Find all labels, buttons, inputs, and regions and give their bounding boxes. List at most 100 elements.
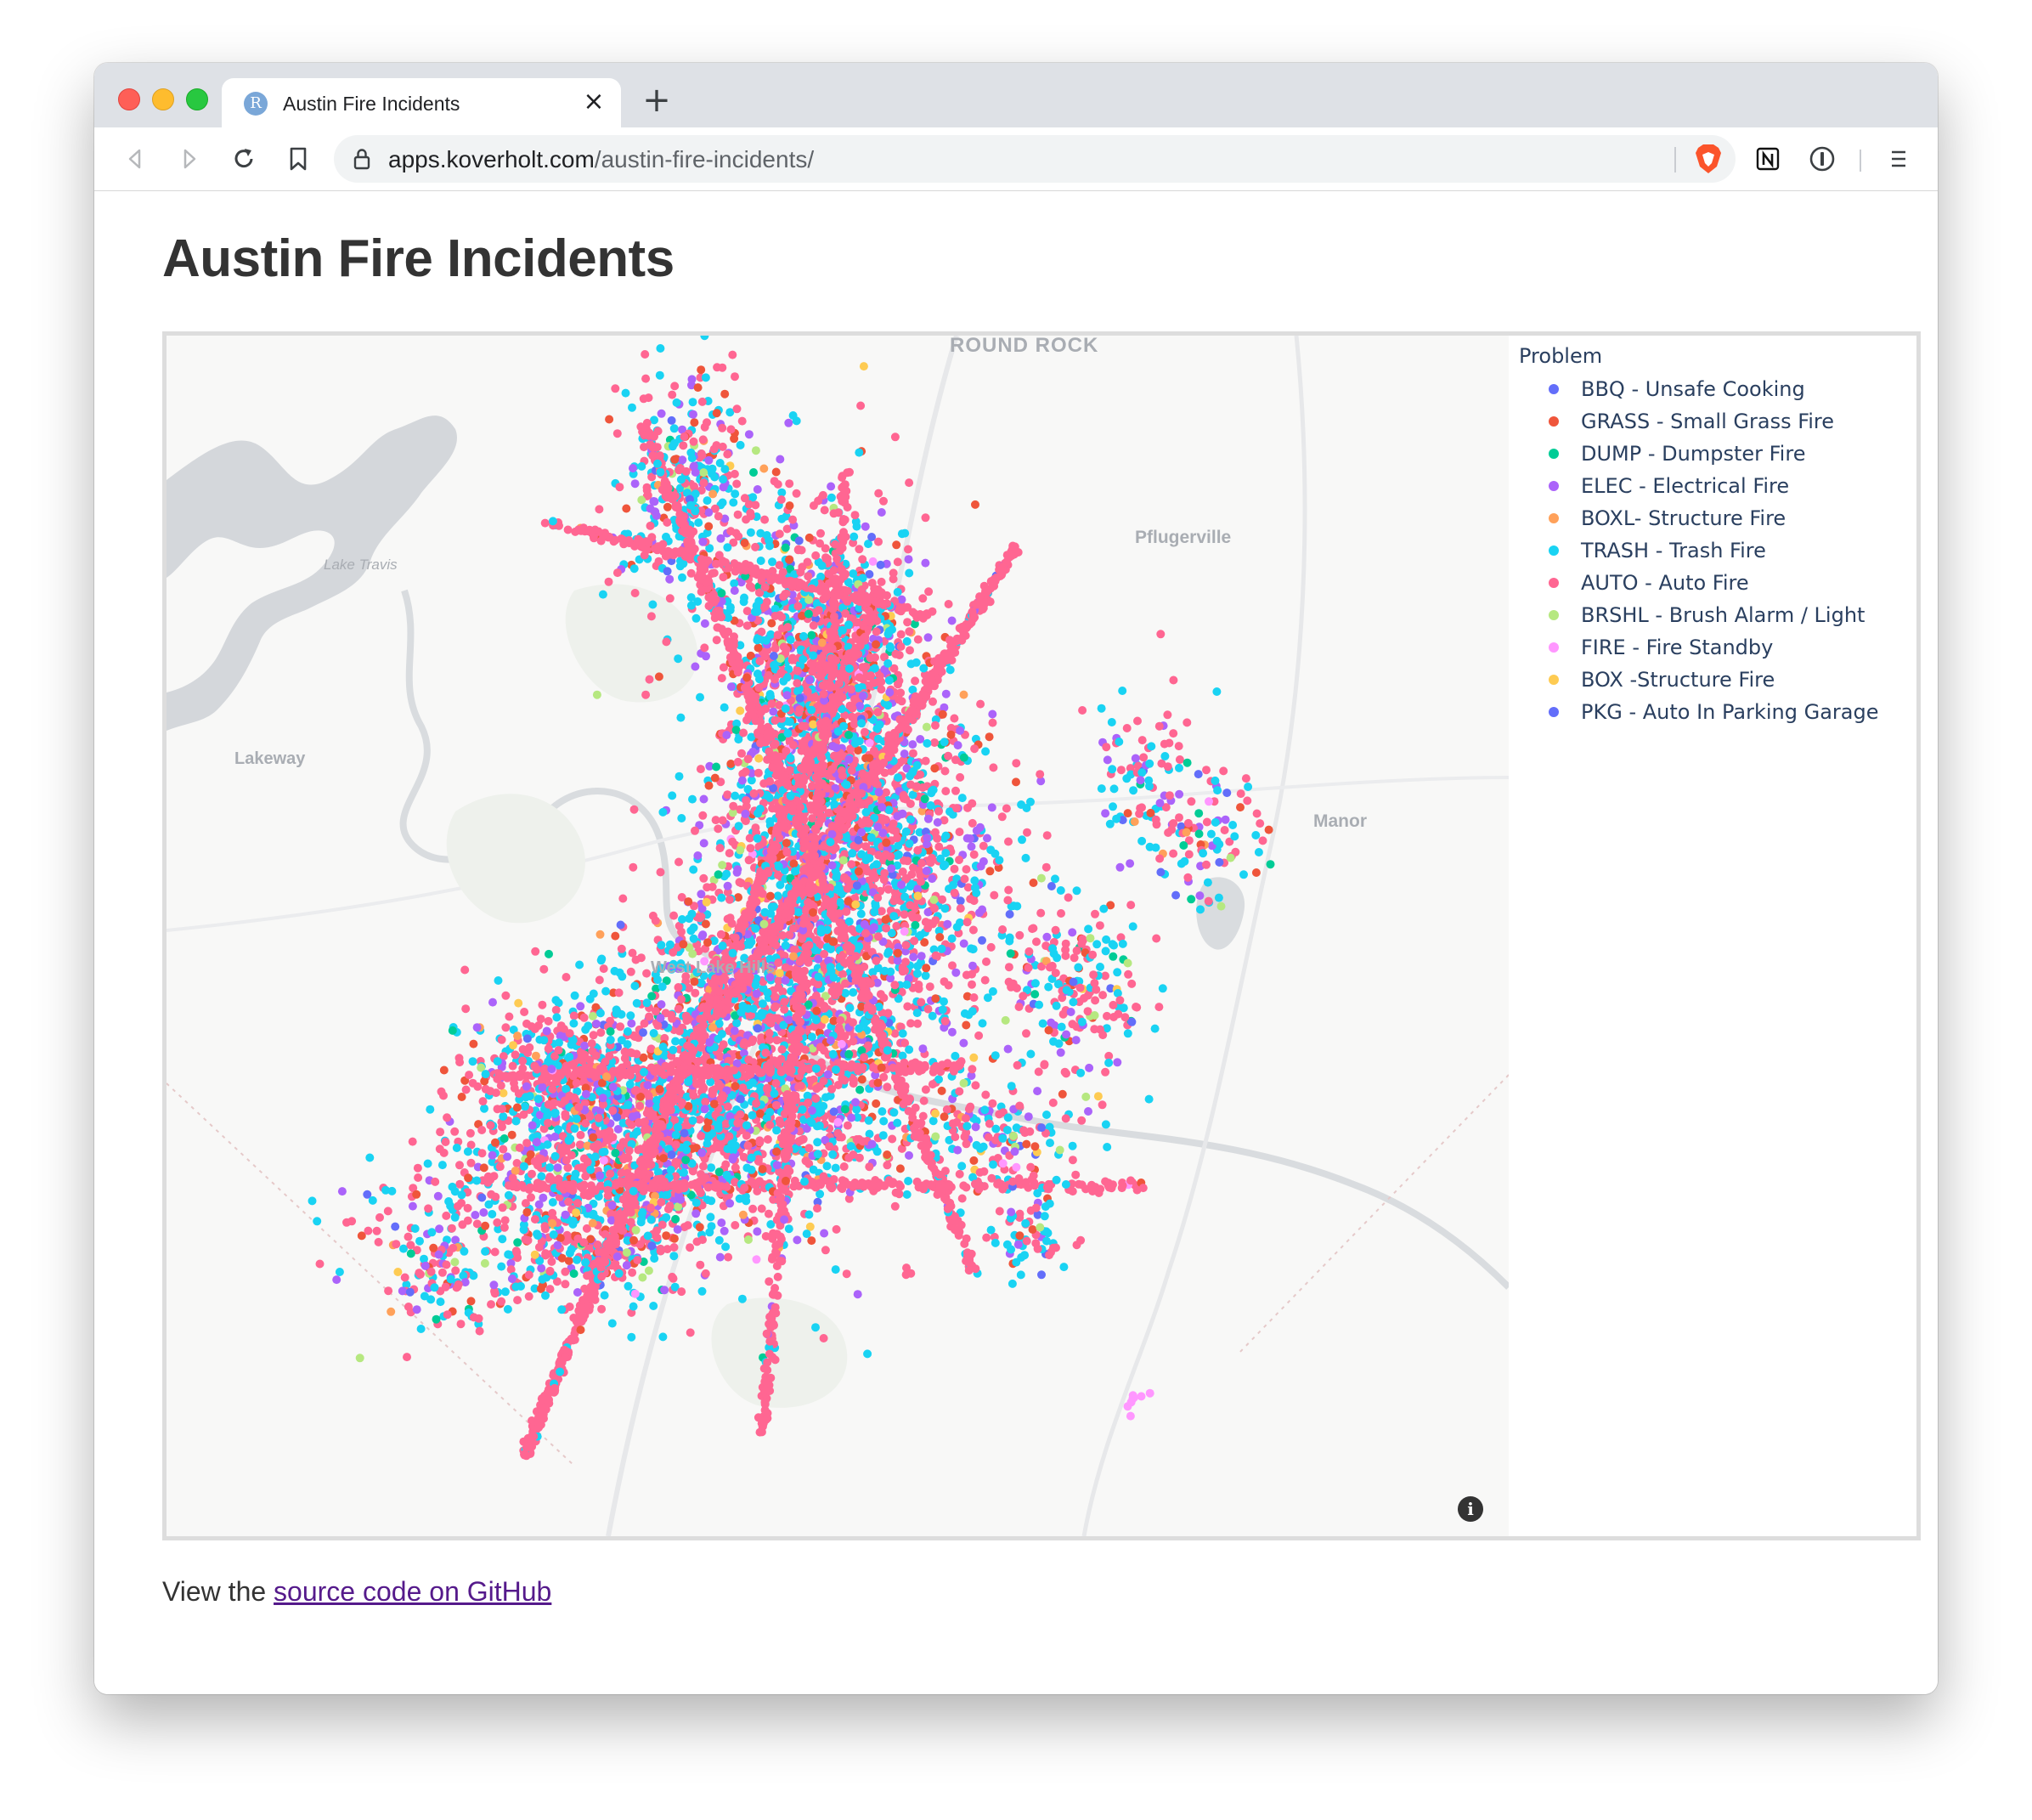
incident-point[interactable]	[896, 630, 906, 639]
incident-point[interactable]	[520, 1008, 529, 1016]
incident-point[interactable]	[532, 1138, 541, 1147]
incident-point[interactable]	[590, 1152, 600, 1162]
incident-point[interactable]	[879, 1116, 889, 1126]
incident-point[interactable]	[623, 1027, 632, 1036]
incident-point[interactable]	[665, 940, 675, 949]
incident-point[interactable]	[863, 1349, 872, 1359]
incident-point[interactable]	[580, 1050, 590, 1060]
incident-point[interactable]	[647, 992, 657, 1001]
incident-point[interactable]	[669, 947, 678, 957]
incident-point[interactable]	[809, 720, 818, 729]
incident-point[interactable]	[728, 837, 737, 846]
incident-point[interactable]	[737, 879, 746, 888]
incident-point[interactable]	[905, 627, 914, 636]
incident-point[interactable]	[833, 1117, 843, 1127]
incident-point[interactable]	[623, 1040, 632, 1049]
incident-point[interactable]	[811, 1094, 821, 1103]
incident-point[interactable]	[531, 947, 540, 956]
incident-point[interactable]	[675, 772, 684, 781]
incident-point[interactable]	[849, 1037, 858, 1046]
incident-point[interactable]	[629, 862, 638, 872]
incident-point[interactable]	[737, 1294, 747, 1303]
incident-point[interactable]	[624, 1281, 633, 1291]
incident-point[interactable]	[488, 998, 497, 1007]
incident-point[interactable]	[763, 1135, 772, 1144]
incident-point[interactable]	[832, 1224, 841, 1234]
incident-point[interactable]	[860, 1053, 869, 1062]
incident-point[interactable]	[976, 699, 985, 709]
incident-point[interactable]	[849, 988, 858, 997]
brave-shield-icon[interactable]	[1693, 143, 1724, 175]
incident-point[interactable]	[574, 1103, 584, 1112]
incident-point[interactable]	[635, 1101, 645, 1111]
incident-point[interactable]	[699, 794, 708, 804]
incident-point[interactable]	[538, 1000, 547, 1009]
incident-point[interactable]	[838, 856, 848, 865]
incident-point[interactable]	[575, 960, 584, 969]
incident-point[interactable]	[855, 1153, 864, 1162]
incident-point[interactable]	[508, 1061, 517, 1071]
incident-point[interactable]	[522, 1139, 532, 1148]
incident-point[interactable]	[748, 1078, 757, 1088]
incident-point[interactable]	[466, 1128, 475, 1138]
incident-point[interactable]	[594, 1113, 603, 1122]
incident-point[interactable]	[731, 1082, 740, 1091]
incident-point[interactable]	[700, 1105, 709, 1114]
incident-point[interactable]	[557, 1145, 566, 1155]
incident-point[interactable]	[457, 1093, 466, 1101]
incident-point[interactable]	[845, 1003, 855, 1013]
incident-point[interactable]	[853, 1290, 862, 1299]
incident-point[interactable]	[731, 791, 740, 800]
incident-point[interactable]	[807, 630, 816, 640]
incident-point[interactable]	[679, 940, 688, 949]
incident-point[interactable]	[838, 969, 847, 979]
window-maximize-button[interactable]	[186, 88, 208, 110]
incident-point[interactable]	[726, 760, 736, 768]
incident-point[interactable]	[753, 834, 762, 843]
incident-point[interactable]	[794, 536, 804, 545]
incident-point[interactable]	[731, 1221, 740, 1229]
incident-point[interactable]	[701, 919, 710, 929]
incident-point[interactable]	[925, 982, 934, 992]
incident-point[interactable]	[491, 1138, 500, 1147]
incident-point[interactable]	[734, 822, 743, 831]
incident-point[interactable]	[544, 1099, 553, 1109]
incident-point[interactable]	[469, 1039, 478, 1048]
incident-point[interactable]	[793, 1235, 802, 1245]
incident-point[interactable]	[689, 934, 698, 943]
incident-point[interactable]	[439, 1065, 449, 1075]
incident-point[interactable]	[777, 1045, 787, 1054]
incident-point[interactable]	[567, 1040, 576, 1049]
incident-point[interactable]	[581, 1089, 590, 1099]
incident-point[interactable]	[671, 1037, 680, 1046]
incident-point[interactable]	[625, 1080, 635, 1089]
incident-point[interactable]	[627, 1019, 636, 1028]
incident-point[interactable]	[674, 654, 683, 664]
incident-point[interactable]	[736, 1110, 745, 1119]
incident-point[interactable]	[569, 1019, 579, 1028]
incident-point[interactable]	[988, 709, 997, 719]
incident-point[interactable]	[816, 1043, 825, 1052]
incident-point[interactable]	[454, 1054, 464, 1063]
incident-point[interactable]	[710, 773, 720, 783]
incident-point[interactable]	[827, 482, 836, 491]
incident-point[interactable]	[700, 619, 709, 628]
incident-point[interactable]	[721, 1160, 731, 1169]
incident-point[interactable]	[849, 1018, 857, 1027]
incident-point[interactable]	[552, 1013, 562, 1022]
incident-point[interactable]	[688, 1116, 697, 1125]
incident-point[interactable]	[825, 1142, 834, 1151]
incident-point[interactable]	[772, 1147, 782, 1156]
incident-point[interactable]	[523, 1048, 533, 1058]
incident-point[interactable]	[913, 1019, 923, 1028]
incident-point[interactable]	[514, 998, 523, 1008]
incident-point[interactable]	[677, 927, 686, 936]
incident-point[interactable]	[669, 911, 679, 920]
incident-point[interactable]	[499, 1145, 508, 1154]
incident-point[interactable]	[969, 850, 979, 859]
incident-point[interactable]	[918, 594, 928, 603]
incident-point[interactable]	[584, 1021, 593, 1031]
incident-point[interactable]	[742, 796, 751, 805]
incident-point[interactable]	[486, 1121, 495, 1130]
incident-point[interactable]	[900, 528, 910, 538]
